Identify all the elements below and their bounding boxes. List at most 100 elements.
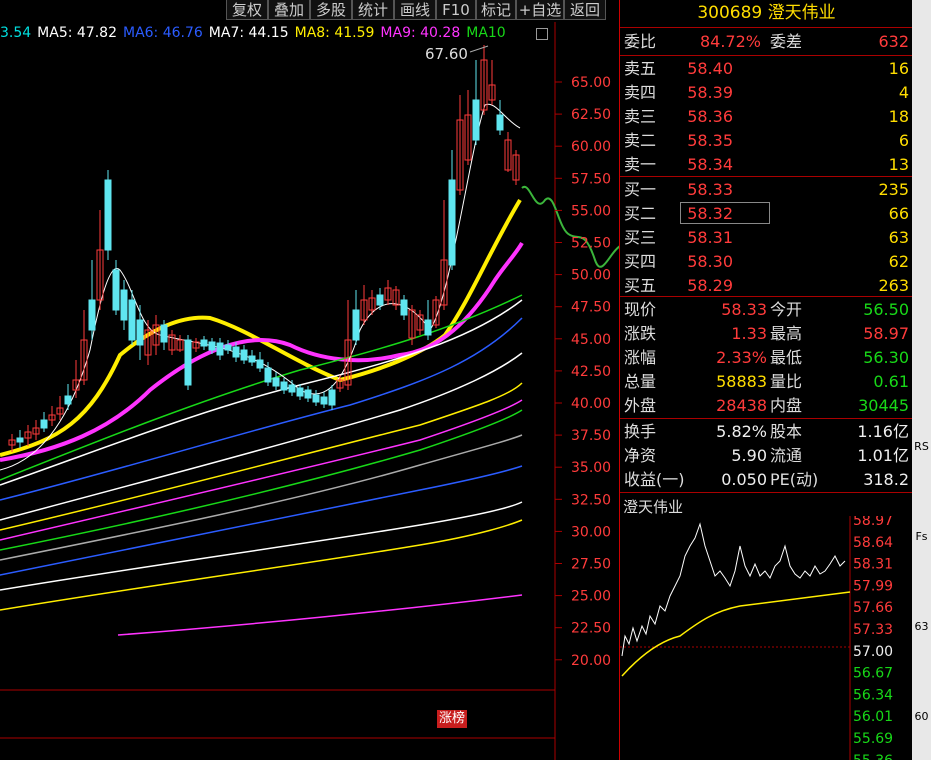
y-tick-label: 60.00 — [571, 139, 611, 155]
mini-price-tick: 58.31 — [853, 557, 893, 573]
stat-row: 现价 58.33 今开 56.50 — [620, 298, 913, 322]
mini-price-tick: 55.69 — [853, 731, 893, 747]
candle-body — [128, 299, 136, 341]
toolbar-button-6[interactable]: 标记 — [476, 0, 516, 20]
order-volume: 66 — [888, 204, 909, 223]
candle-body — [224, 344, 232, 351]
toolbar-button-4[interactable]: 画线 — [394, 0, 436, 20]
rank-badge[interactable]: 涨榜 — [437, 710, 468, 728]
toolbar-button-5[interactable]: F10 — [436, 0, 476, 20]
order-level-label: 买一 — [624, 180, 657, 199]
candle-body — [16, 437, 24, 443]
stat-value: 28438 — [716, 396, 767, 415]
ask-row: 卖二 58.35 6 — [620, 129, 913, 153]
order-level-label: 卖三 — [624, 107, 657, 126]
order-level-label: 卖一 — [624, 155, 657, 174]
mini-price-tick: 56.01 — [853, 709, 893, 725]
bid-row: 买四 58.30 62 — [620, 250, 913, 274]
ma-legend-item: MA8: 41.59 — [294, 25, 375, 41]
mini-avg-line — [621, 591, 851, 677]
stat-value: 58.33 — [721, 300, 767, 319]
fund-row: 净资 5.90 流通 1.01亿 — [620, 444, 913, 468]
toolbar-button-2[interactable]: 多股 — [310, 0, 352, 20]
candle-body — [160, 324, 168, 343]
fund-label: 换手 — [624, 422, 657, 441]
strip-label[interactable]: RS — [912, 440, 931, 453]
ma-line — [0, 198, 522, 457]
stat-label: 量比 — [770, 372, 803, 391]
order-level-label: 卖五 — [624, 59, 657, 78]
stat-label: 现价 — [624, 300, 657, 319]
candle-body — [280, 381, 288, 391]
stock-header: 300689 澄天伟业 — [620, 0, 913, 26]
toolbar-button-8[interactable]: 返回 — [564, 0, 606, 20]
candle-body — [184, 339, 192, 386]
order-volume: 4 — [898, 83, 909, 102]
ma-legend-item: 3.54 — [0, 25, 32, 41]
ma-legend-item: MA9: 40.28 — [380, 25, 461, 41]
order-volume: 63 — [888, 228, 909, 247]
mini-price-line — [621, 522, 846, 657]
y-tick-label: 35.00 — [571, 460, 611, 476]
quote-panel: 300689 澄天伟业 委比 84.72% 委差 632 澄天伟业 58.97 5… — [619, 0, 913, 760]
y-tick-label: 32.50 — [571, 492, 611, 508]
candle-body — [376, 294, 384, 306]
candle-body — [208, 341, 216, 351]
strip-label[interactable]: 63 — [912, 620, 931, 633]
candle-body — [400, 299, 408, 316]
fund-value: 0.050 — [721, 470, 767, 489]
strip-label[interactable]: 60 — [912, 710, 931, 723]
stat-value: 58883 — [716, 372, 767, 391]
stat-row: 外盘 28438 内盘 30445 — [620, 394, 913, 418]
stat-value: 56.50 — [863, 300, 909, 319]
ma-line — [0, 317, 523, 501]
candle-body — [88, 299, 96, 331]
order-volume: 263 — [878, 276, 909, 295]
fund-value: 318.2 — [863, 470, 909, 489]
ma-line — [117, 594, 523, 636]
stock-code: 300689 — [697, 3, 763, 23]
chart-settings-icon[interactable] — [536, 28, 548, 40]
stat-value: 56.30 — [863, 348, 909, 367]
intraday-mini-chart[interactable]: 58.97 58.64 58.31 57.99 57.66 57.33 57.00 56.67… — [620, 516, 913, 760]
fund-label: 净资 — [624, 446, 657, 465]
toolbar-button-0[interactable]: 复权 — [226, 0, 268, 20]
toolbar-button-3[interactable]: 统计 — [352, 0, 394, 20]
order-price: 58.39 — [687, 83, 733, 102]
ma-legend: 3.54 MA5: 47.82 MA6: 46.76 MA7: 44.15 MA8: 4… — [0, 23, 512, 43]
mini-price-tick: 57.99 — [853, 578, 893, 594]
candle-body — [424, 319, 432, 336]
toolbar-button-7[interactable]: +自选 — [516, 0, 564, 20]
stat-label: 外盘 — [624, 396, 657, 415]
order-price: 58.30 — [687, 252, 733, 271]
weicha-value: 632 — [878, 32, 909, 51]
stock-name: 澄天伟业 — [767, 3, 836, 23]
strip-label[interactable]: Fs — [912, 530, 931, 543]
stat-row: 涨跌 1.33 最高 58.97 — [620, 322, 913, 346]
ma-legend-item: MA7: 44.15 — [208, 25, 289, 41]
order-price: 58.40 — [687, 59, 733, 78]
order-price: 58.34 — [687, 155, 733, 174]
candle-body — [264, 367, 272, 383]
kline-chart[interactable]: 65.00 62.50 60.00 57.50 55.00 52.50 50.00 47.50… — [0, 22, 619, 760]
stat-value: 30445 — [858, 396, 909, 415]
y-tick-label: 40.00 — [571, 396, 611, 412]
fund-row: 换手 5.82% 股本 1.16亿 — [620, 420, 913, 444]
mini-price-tick: 57.00 — [853, 644, 893, 660]
ask-row: 卖四 58.39 4 — [620, 81, 913, 105]
y-tick-label: 37.50 — [571, 428, 611, 444]
weicha-label: 委差 — [770, 32, 803, 51]
mini-price-tick: 56.67 — [853, 666, 893, 682]
mini-price-tick: 56.34 — [853, 687, 893, 703]
candle-body — [216, 342, 224, 356]
selected-price-box — [680, 202, 770, 224]
order-volume: 235 — [878, 180, 909, 199]
toolbar-button-1[interactable]: 叠加 — [268, 0, 310, 20]
fund-value: 1.16亿 — [857, 422, 909, 441]
ask-row: 卖一 58.34 13 — [620, 153, 913, 177]
chart-high-label: 67.60 — [425, 45, 468, 63]
stat-row: 涨幅 2.33% 最低 56.30 — [620, 346, 913, 370]
candle-body — [328, 389, 336, 406]
bid-row: 买三 58.31 63 — [620, 226, 913, 250]
candle-body — [352, 309, 360, 341]
